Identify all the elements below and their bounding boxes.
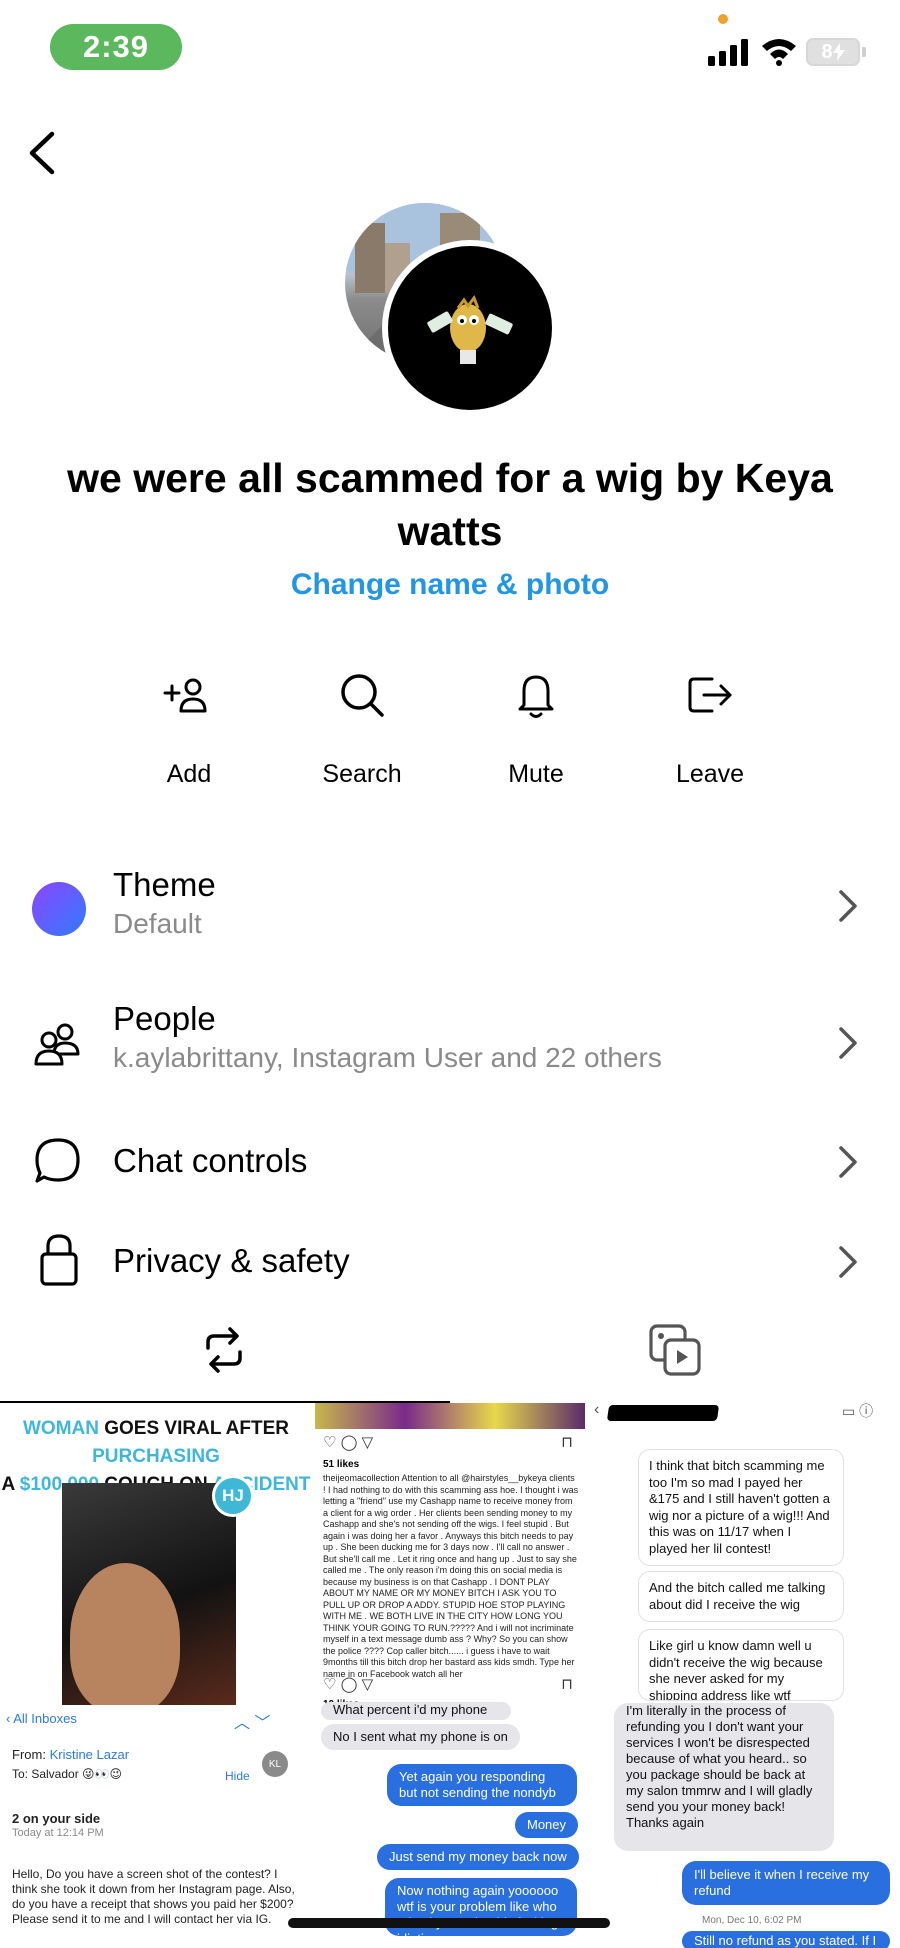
people-value: k.aylabrittany, Instagram User and 22 ot… [113, 1042, 662, 1073]
headline-part: GOES VIRAL AFTER [98, 1418, 289, 1439]
message-bubble: I'm literally in the process of refundin… [614, 1703, 834, 1851]
search-button[interactable]: Search [292, 665, 432, 795]
message-bubble: Yet again you responding but not sending… [387, 1764, 577, 1806]
person-face [70, 1563, 180, 1705]
mail-avatar: KL [262, 1751, 288, 1777]
search-label: Search [322, 760, 402, 788]
media-tile-instagram-texts[interactable]: ♡ ◯ ▽ ⊓ 51 likes theijeomacollection Atte… [315, 1403, 585, 1948]
wifi-icon [762, 39, 796, 66]
people-row[interactable]: People k.aylabrittany, Instagram User an… [0, 996, 900, 1096]
home-indicator [288, 1918, 610, 1928]
all-inboxes-label: All Inboxes [13, 1711, 77, 1726]
cartoon-money-logo [427, 294, 513, 364]
mail-subject: 2 on your side [12, 1811, 101, 1826]
chevron-left-icon[interactable] [22, 128, 62, 178]
media-grid: WOMAN GOES VIRAL AFTER PURCHASING A $100… [0, 1403, 900, 1948]
mail-from-label: From: [12, 1747, 50, 1762]
email-screenshot: ‹ All Inboxes ︿ ﹀ From: Kristine Lazar T… [0, 1705, 312, 1948]
chevron-right-icon [839, 890, 857, 922]
message-box: And the bitch called me talking about di… [638, 1571, 844, 1622]
repost-icon[interactable] [194, 1320, 254, 1380]
theme-title: Theme [113, 866, 216, 903]
add-label: Add [166, 760, 212, 788]
mute-button[interactable]: Mute [466, 665, 606, 795]
privacy-title: Privacy & safety [113, 1242, 350, 1279]
message-bubble: Money [515, 1812, 579, 1838]
ig-likes: 51 likes [323, 1459, 360, 1470]
headline-part: WOMAN [22, 1418, 99, 1439]
message-box: I think that bitch scamming me too I'm s… [638, 1449, 844, 1566]
group-title: we were all scammed for a wig by Keya wa… [67, 455, 833, 554]
add-person-icon [163, 678, 207, 713]
chevron-right-icon [839, 1146, 857, 1178]
mail-to: To: Salvador 😜👀😉 [12, 1767, 122, 1781]
chevron-right-icon [839, 1246, 857, 1278]
avatar-primary [382, 240, 558, 416]
message-bubble: Just send my money back now [377, 1844, 579, 1870]
people-icon [34, 1023, 80, 1066]
battery-level: 8 [821, 40, 833, 63]
message-bubble: No I sent what my phone is on [321, 1724, 520, 1750]
group-avatar[interactable] [345, 203, 558, 416]
media-tile-news-email[interactable]: WOMAN GOES VIRAL AFTER PURCHASING A $100… [0, 1403, 312, 1948]
avatar-primary-image [388, 246, 552, 410]
theme-value: Default [113, 908, 202, 939]
mail-hide: Hide [225, 1769, 250, 1783]
ig-post-image [315, 1403, 585, 1429]
lock-icon [40, 1234, 78, 1286]
privacy-safety-row[interactable]: Privacy & safety [0, 1230, 900, 1300]
privacy-indicator-dot [718, 14, 728, 24]
leave-icon [688, 677, 732, 713]
headline-part: A [1, 1474, 20, 1495]
ig-action-icons: ♡ ◯ ▽ ⊓ [323, 1676, 573, 1693]
action-row: Add Search Mute Leave [0, 665, 900, 795]
all-inboxes-link: ‹ All Inboxes [6, 1711, 77, 1726]
change-name-photo-link[interactable]: Change name & photo [0, 568, 900, 602]
text-thread: What percent i'd my phone on No I sent w… [315, 1702, 585, 1948]
time-pill[interactable]: 2:39 [50, 24, 182, 70]
mail-from-name: Kristine Lazar [49, 1747, 130, 1762]
mail-date: Today at 12:14 PM [12, 1827, 104, 1839]
leave-button[interactable]: Leave [640, 665, 780, 795]
mail-from: From: Kristine Lazar [12, 1747, 129, 1762]
search-icon [341, 674, 384, 717]
mail-nav-arrows-icon: ︿ ﹀ [234, 1715, 271, 1732]
message-date: Mon, Dec 10, 6:02 PM [702, 1915, 802, 1926]
hj-badge: HJ [212, 1475, 254, 1517]
chat-controls-title: Chat controls [113, 1142, 308, 1179]
message-bubble: What percent i'd my phone on [321, 1702, 511, 1720]
battery-charging-icon: 8 [806, 38, 860, 66]
media-tabs [0, 1320, 900, 1400]
add-button[interactable]: Add [119, 665, 259, 795]
chat-controls-row[interactable]: Chat controls [0, 1130, 900, 1200]
theme-swatch-icon [32, 882, 86, 936]
media-tile-messages[interactable]: ‹ ▭ ⓘ I think that bitch scamming me too… [590, 1403, 900, 1948]
status-time: 2:39 [82, 29, 150, 64]
mail-body: Hello, Do you have a screen shot of the … [12, 1867, 295, 1926]
media-gallery-icon[interactable] [645, 1320, 705, 1380]
bolt-icon [832, 43, 845, 61]
video-thumbnail [62, 1483, 236, 1705]
redacted-name [606, 1405, 720, 1421]
message-bubble: I'll believe it when I receive my refund [682, 1861, 890, 1905]
video-info-icons: ▭ ⓘ [842, 1403, 874, 1419]
ig-action-icons: ♡ ◯ ▽ ⊓ [323, 1434, 573, 1451]
theme-row[interactable]: Theme Default [0, 862, 900, 962]
status-bar: 2:39 8 [0, 0, 900, 90]
message-box: Like girl u know damn well u didn't rece… [638, 1629, 844, 1701]
messages-header: ‹ ▭ ⓘ [590, 1403, 900, 1423]
mute-label: Mute [508, 760, 564, 788]
headline-part: PURCHASING [92, 1446, 220, 1467]
battery-tip [862, 47, 866, 57]
chevron-right-icon [839, 1027, 857, 1059]
bell-icon [518, 675, 554, 718]
leave-label: Leave [675, 760, 745, 788]
message-bubble: Still no refund as you stated. If I [682, 1931, 890, 1948]
ig-caption: theijeomacollection Attention to all @ha… [323, 1473, 579, 1679]
people-title: People [113, 1000, 216, 1037]
chat-bubble-icon [35, 1138, 80, 1183]
back-chevron-icon: ‹ [594, 1403, 600, 1418]
signal-icon [708, 39, 748, 66]
